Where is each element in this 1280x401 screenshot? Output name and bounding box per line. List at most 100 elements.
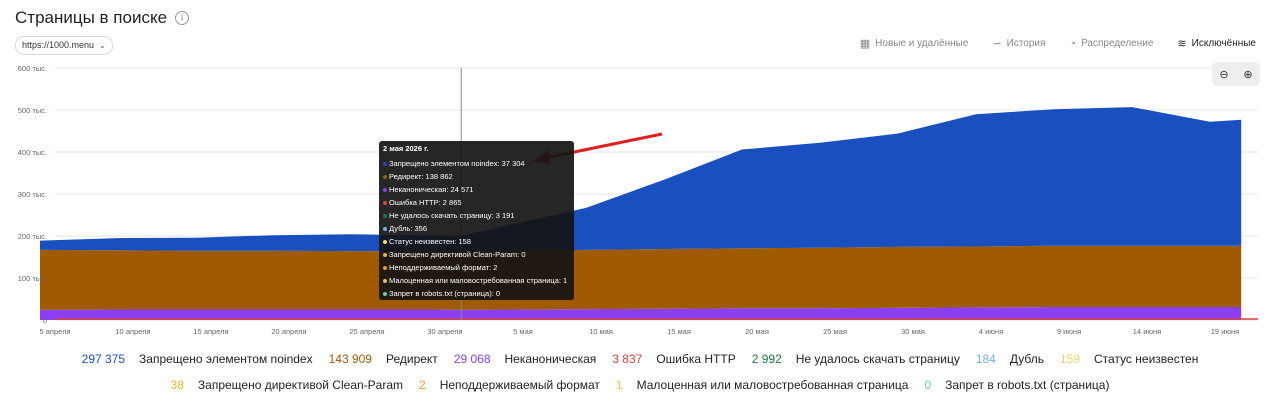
legend-label: Запрещено директивой Clean-Param: [197, 378, 404, 392]
y-tick-label: 400 тыс.: [18, 148, 47, 157]
x-tick-label: 20 мая: [745, 327, 769, 336]
tooltip-row: Редирект: 138 862: [383, 170, 570, 183]
tooltip-row-label: Редирект: 138 862: [389, 172, 453, 181]
legend-value: 0: [924, 378, 932, 392]
zoom-in-icon[interactable]: ⊕: [1243, 68, 1252, 81]
series-dot: [383, 213, 387, 218]
x-tick-label: 15 апреля: [193, 327, 228, 336]
x-tick-label: 14 июня: [1133, 327, 1161, 336]
series-dot: [383, 200, 387, 205]
legend-label: Малоценная или маловостребованная страни…: [636, 378, 909, 392]
tooltip-row-label: Неподдерживаемый формат: 2: [389, 263, 498, 272]
legend-item[interactable]: 0 Запрет в robots.txt (страница): [924, 378, 1109, 392]
tooltip-row: Запрет в robots.txt (страница): 0: [383, 287, 570, 300]
x-tick-label: 4 июня: [979, 327, 1003, 336]
y-tick-label: 600 тыс.: [18, 64, 47, 73]
tooltip-row: Не удалось скачать страницу: 3 191: [383, 209, 570, 222]
zoom-controls: ⊖ ⊕: [1212, 62, 1260, 86]
x-tick-label: 25 мая: [823, 327, 847, 336]
series-dot: [383, 226, 387, 231]
tooltip-row: Запрещено директивой Clean-Param: 0: [383, 248, 570, 261]
area-series-запрещено-элементом-noindex: [40, 107, 1242, 252]
x-tick-label: 10 апреля: [115, 327, 150, 336]
legend-label: Неканоническая: [504, 352, 597, 366]
legend-value: 2 992: [751, 352, 782, 366]
legend-item[interactable]: 29 068 Неканоническая: [454, 352, 596, 366]
x-axis-ticks: 5 апреля 10 апреля 15 апреля 20 апреля 25 ап…: [39, 327, 1239, 336]
tooltip-row: Малоценная или маловостребованная страни…: [383, 274, 570, 287]
series-dot: [383, 265, 387, 270]
chart-areas: [40, 107, 1258, 320]
legend-item[interactable]: 297 375 Запрещено элементом noindex: [82, 352, 313, 366]
y-tick-label: 300 тыс.: [18, 190, 47, 199]
legend-value: 159: [1059, 352, 1080, 366]
series-dot: [383, 174, 387, 179]
legend-item[interactable]: 1 Малоценная или маловостребованная стран…: [616, 378, 909, 392]
x-tick-label: 30 мая: [901, 327, 925, 336]
chart-legend: 297 375 Запрещено элементом noindex 143 90…: [0, 346, 1280, 398]
tooltip-row: Неподдерживаемый формат: 2: [383, 261, 570, 274]
legend-value: 1: [615, 378, 623, 392]
y-tick-label: 0: [43, 316, 47, 325]
legend-value: 184: [975, 352, 996, 366]
series-dot: [383, 161, 387, 166]
x-tick-label: 19 июня: [1211, 327, 1239, 336]
x-tick-label: 15 мая: [667, 327, 691, 336]
tooltip-row-label: Малоценная или маловостребованная страни…: [389, 276, 568, 285]
area-series-редирект: [40, 245, 1242, 310]
legend-value: 143 909: [328, 352, 372, 366]
legend-item[interactable]: 2 992 Не удалось скачать страницу: [752, 352, 960, 366]
legend-item[interactable]: 38 Запрещено директивой Clean-Param: [171, 378, 403, 392]
legend-label: Ошибка HTTP: [656, 352, 736, 366]
legend-item[interactable]: 184 Дубль: [976, 352, 1044, 366]
legend-item[interactable]: 3 837 Ошибка HTTP: [612, 352, 735, 366]
legend-item[interactable]: 2 Неподдерживаемый формат: [419, 378, 600, 392]
legend-value: 2: [419, 378, 426, 392]
legend-value: 3 837: [612, 352, 643, 366]
legend-value: 38: [170, 378, 184, 392]
legend-label: Неподдерживаемый формат: [439, 378, 600, 392]
x-tick-label: 20 апреля: [271, 327, 306, 336]
legend-label: Не удалось скачать страницу: [795, 352, 960, 366]
series-dot: [383, 278, 387, 283]
tooltip-rows: Запрещено элементом noindex: 37 304 Редир…: [383, 157, 570, 300]
tooltip-row: Статус неизвестен: 158: [383, 235, 570, 248]
tooltip-row-label: Ошибка HTTP: 2 865: [389, 198, 462, 207]
legend-label: Редирект: [385, 352, 438, 366]
tooltip-row-label: Неканоническая: 24 571: [389, 185, 474, 194]
series-dot: [383, 239, 387, 244]
y-tick-label: 200 тыс.: [18, 232, 47, 241]
zoom-out-icon[interactable]: ⊖: [1219, 68, 1228, 81]
legend-item[interactable]: 143 909 Редирект: [329, 352, 438, 366]
series-dot: [383, 187, 387, 192]
legend-item[interactable]: 159 Статус неизвестен: [1060, 352, 1198, 366]
tooltip-row-label: Не удалось скачать страницу: 3 191: [389, 211, 515, 220]
tooltip-row: Ошибка HTTP: 2 865: [383, 196, 570, 209]
tooltip-row-label: Запрещено элементом noindex: 37 304: [389, 159, 525, 168]
tooltip-row-label: Статус неизвестен: 158: [389, 237, 471, 246]
series-dot: [383, 291, 387, 296]
legend-value: 297 375: [81, 352, 126, 366]
legend-label: Статус неизвестен: [1094, 352, 1199, 366]
legend-label: Запрещено элементом noindex: [139, 352, 313, 366]
y-tick-label: 500 тыс.: [18, 106, 47, 115]
tooltip-row: Дубль: 356: [383, 222, 570, 235]
x-tick-label: 10 мая: [589, 327, 613, 336]
series-dot: [383, 252, 387, 257]
x-tick-label: 30 апреля: [427, 327, 462, 336]
legend-row: 38 Запрещено директивой Clean-Param 2 Непод…: [0, 372, 1280, 398]
legend-label: Запрет в robots.txt (страница): [945, 378, 1110, 392]
y-tick-label: 100 тыс.: [18, 274, 47, 283]
legend-value: 29 068: [453, 352, 491, 366]
x-tick-label: 5 мая: [513, 327, 533, 336]
chart-tooltip: 2 мая 2026 г. Запрещено элементом noinde…: [379, 141, 574, 300]
tooltip-row-label: Запрещено директивой Clean-Param: 0: [389, 250, 526, 259]
tooltip-row-label: Дубль: 356: [389, 224, 428, 233]
tooltip-row: Неканоническая: 24 571: [383, 183, 570, 196]
x-tick-label: 5 апреля: [39, 327, 70, 336]
excluded-pages-chart: 0 100 тыс. 200 тыс. 300 тыс. 400 тыс. 500 тыс…: [18, 64, 1258, 336]
tooltip-date: 2 мая 2026 г.: [383, 144, 429, 153]
x-tick-label: 25 апреля: [349, 327, 384, 336]
tooltip-row-label: Запрет в robots.txt (страница): 0: [389, 289, 501, 298]
legend-row: 297 375 Запрещено элементом noindex 143 90…: [0, 346, 1280, 372]
